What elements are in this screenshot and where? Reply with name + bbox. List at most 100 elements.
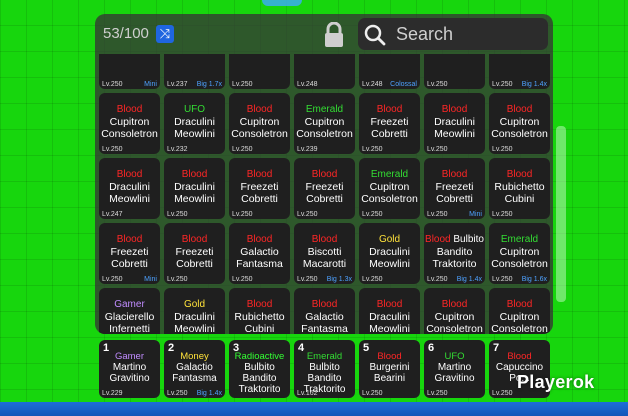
pet-name-line: Consoletron — [491, 128, 548, 140]
pet-slot[interactable]: Emerald Cupitron Consoletron Lv.250 Big 1.6x — [489, 223, 550, 284]
inventory-grid: InfernottoLv.250 Mini Consoletron Lv.237 Big… — [99, 54, 550, 334]
search-input[interactable]: Search — [396, 24, 453, 45]
pet-level: Lv.250 — [427, 211, 448, 218]
pet-mutation: Blood Bulbito — [424, 234, 485, 246]
pet-slot[interactable]: Blood Cupitron Consoletron Lv.250 — [489, 93, 550, 154]
pet-slot[interactable]: InfernottoLv.250 — [229, 54, 290, 89]
pet-slot[interactable]: UFO Draculini Meowlini Lv.232 — [164, 93, 225, 154]
pet-level: Lv.250 — [492, 276, 513, 283]
hotbar-slot-number: 2 — [168, 342, 175, 354]
pet-name-line: Cupitron — [434, 311, 475, 323]
pet-level: Lv.250 — [102, 146, 123, 153]
pet-level: Lv.250 — [492, 81, 513, 88]
pet-mutation: Blood — [311, 169, 338, 180]
pet-mutation: Blood — [116, 104, 143, 115]
pet-slot[interactable]: ConsoletronLv.248 — [294, 54, 355, 89]
hotbar-slot[interactable]: 1 Gamer Martino Gravitino Lv.229 — [99, 340, 160, 398]
pet-slot[interactable]: CobrettiLv.250 — [424, 54, 485, 89]
pet-name-line: Draculini — [174, 311, 215, 323]
pet-slot[interactable]: Gold Draculini Meowlini Lv.250 — [359, 223, 420, 284]
pet-name-line: Cobretti — [306, 193, 343, 205]
pet-slot[interactable]: Blood Freezeti Cobretti Lv.250 — [229, 158, 290, 219]
pet-name-line: Bearini — [373, 373, 406, 384]
lock-icon[interactable] — [322, 21, 346, 48]
pet-slot[interactable]: Blood Freezeti Cobretti Lv.250 — [294, 158, 355, 219]
pet-slot[interactable]: BloodDraculiniMeowliniLv.232Colossal — [359, 288, 420, 334]
pet-name-line: Consoletron — [296, 128, 353, 140]
pet-name-line: Traktorito — [432, 258, 477, 270]
inventory-scrollbar[interactable] — [556, 126, 566, 302]
pet-name-line: Freezeti — [175, 246, 214, 258]
pet-level: Lv.250 — [102, 81, 123, 88]
pet-name-line: Cobretti — [111, 258, 148, 270]
pet-slot[interactable]: InfernottoLv.250Mini — [99, 54, 160, 89]
pet-slot[interactable]: Blood Galactio Fantasma Lv.250 — [229, 223, 290, 284]
pet-slot[interactable]: ConsoletronLv.248Colossal — [359, 54, 420, 89]
pet-slot[interactable]: MeowliniLv.250Big 1.4x — [489, 54, 550, 89]
pet-slot[interactable]: Emerald Cupitron Consoletron Lv.250 — [359, 158, 420, 219]
pet-size: Big 1.4x — [456, 276, 482, 283]
pet-slot[interactable]: Blood Cupitron Consoletron Lv.250 — [99, 93, 160, 154]
pet-name-line: Draculini — [434, 116, 475, 128]
pet-name-line: Galactio — [240, 246, 279, 258]
pet-slot[interactable]: BloodCupitronConsoletronLv.243Colossal — [424, 288, 485, 334]
pet-name-line: Meowlini — [174, 128, 215, 140]
pet-slot[interactable]: Blood Draculini Meowlini Lv.250 — [164, 158, 225, 219]
pet-name-line: Glacierello — [104, 311, 155, 323]
pet-name-line: Consoletron — [101, 128, 158, 140]
pet-name-line: Freezeti — [110, 246, 149, 258]
shuffle-icon[interactable]: ⤨ — [156, 25, 174, 43]
pet-size: Colossal — [390, 81, 417, 88]
hotbar-slot[interactable]: 2 Money Galactio Fantasma Lv.250 Big 1.4x — [164, 340, 225, 398]
pet-mutation: Blood — [311, 234, 338, 245]
pet-slot[interactable]: Blood Freezeti Cobretti Lv.250 — [164, 223, 225, 284]
pet-slot[interactable]: Blood Draculini Meowlini Lv.247 — [99, 158, 160, 219]
pet-slot[interactable]: Emerald Cupitron Consoletron Lv.239 — [294, 93, 355, 154]
pet-name-line: Freezeti — [370, 116, 409, 128]
hotbar-slot-number: 5 — [363, 342, 370, 354]
hotbar-slot[interactable]: 4 Emerald Bulbito Bandito Traktorito Lv.162 — [294, 340, 355, 398]
pet-name-line: Martino — [112, 362, 147, 373]
pet-level: Lv.250 — [427, 390, 448, 397]
pet-mutation: Emerald — [305, 104, 344, 115]
pet-name-line: Macarotti — [302, 258, 347, 270]
hotbar-slot-number: 1 — [103, 342, 110, 354]
pet-name-line: Rubichetto — [234, 311, 285, 323]
pet-slot[interactable]: Blood Cupitron Consoletron Lv.250 — [229, 93, 290, 154]
pet-slot[interactable]: BloodCupitronConsoletronLv.250Big 1.5x — [489, 288, 550, 334]
pet-mutation: Blood — [506, 299, 533, 310]
pet-level: Lv.250 — [297, 211, 318, 218]
pet-slot[interactable]: BloodGalactioFantasmaLv.250Big 1.3x — [294, 288, 355, 334]
pet-slot[interactable]: GoldDraculiniMeowliniLv.250Big 1.3x — [164, 288, 225, 334]
pet-slot[interactable]: Blood Freezeti Cobretti Lv.250 — [359, 93, 420, 154]
pet-name-line: Bulbito — [244, 362, 275, 373]
inventory-topbar: 53/100 ⤨ Search — [95, 14, 553, 54]
pet-level: Lv.237 — [167, 81, 188, 88]
pet-name-line: Meowlini — [369, 323, 410, 334]
pet-name-line: Freezeti — [435, 181, 474, 193]
pet-slot[interactable]: Blood Freezeti Cobretti Lv.250 Mini — [99, 223, 160, 284]
pet-slot[interactable]: BloodRubichettoCubiniLv.250Mini — [229, 288, 290, 334]
pet-slot[interactable]: Blood Freezeti Cobretti Lv.250 Mini — [424, 158, 485, 219]
hotbar-slot[interactable]: 3 Radioactive Bulbito Bandito Traktorito — [229, 340, 290, 398]
pet-slot[interactable]: Blood Rubichetto Cubini Lv.250 — [489, 158, 550, 219]
pet-mutation: Blood — [441, 104, 468, 115]
hotbar-slot[interactable]: 6 UFO Martino Gravitino Lv.250 — [424, 340, 485, 398]
pet-name-line: Gravitino — [434, 373, 475, 384]
pet-name-line: Gravitino — [109, 373, 150, 384]
pet-name-line: Consoletron — [491, 258, 548, 270]
hotbar-slot[interactable]: 5 Blood Burgerini Bearini Lv.250 — [359, 340, 420, 398]
pet-slot[interactable]: Blood Bulbito Bandito Traktorito Lv.250 Big … — [424, 223, 485, 284]
pet-slot[interactable]: Blood Draculini Meowlini Lv.250 — [424, 93, 485, 154]
search-bar[interactable]: Search — [358, 18, 548, 50]
pet-name-line: Bulbito — [309, 362, 340, 373]
pet-level: Lv.248 — [297, 81, 318, 88]
pet-slot[interactable]: Blood Biscotti Macarotti Lv.250 Big 1.3x — [294, 223, 355, 284]
pet-level: Lv.250 — [232, 146, 253, 153]
pet-name-line: Draculini — [369, 246, 410, 258]
pet-name-line: Rubichetto — [494, 181, 545, 193]
pet-slot[interactable]: GamerGlacierelloInfernettiLv.231Mini — [99, 288, 160, 334]
pet-level: Lv.250 — [427, 276, 448, 283]
pet-slot[interactable]: ConsoletronLv.237Big 1.7x — [164, 54, 225, 89]
pet-name-line: Draculini — [109, 181, 150, 193]
